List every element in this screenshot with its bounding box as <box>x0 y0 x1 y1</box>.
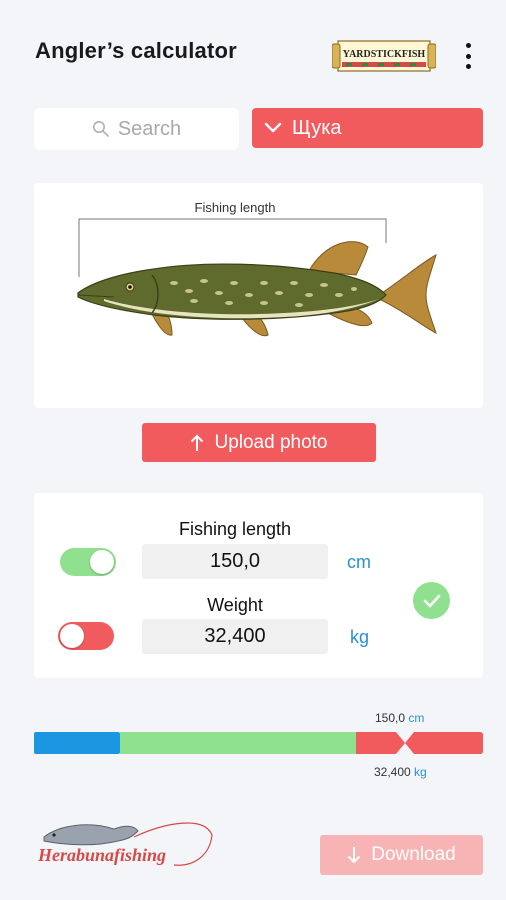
length-field-label: Fishing length <box>178 519 292 539</box>
scale-length-value: 150,0 <box>375 711 406 725</box>
upload-photo-button[interactable]: Upload photo <box>142 423 376 462</box>
fish-image <box>77 218 437 337</box>
scale-weight-value: 32,400 <box>374 765 411 779</box>
scale-weight-label: 32,400 kg <box>374 765 427 779</box>
download-button[interactable]: Download <box>320 835 483 875</box>
length-toggle[interactable] <box>60 548 116 576</box>
page-title: Angler’s calculator <box>35 38 237 63</box>
upload-photo-label: Upload photo <box>214 431 328 453</box>
search-icon <box>92 121 109 137</box>
download-label: Download <box>371 844 456 865</box>
scale-length-label: 150,0 cm <box>375 711 424 725</box>
more-menu-icon[interactable] <box>458 40 478 72</box>
yardstickfish-logo: YARDSTICKFISH <box>332 40 436 72</box>
search-input[interactable]: Search <box>34 108 239 150</box>
arrow-up-icon <box>191 434 204 451</box>
scale-segment-red <box>356 732 483 754</box>
size-scale-bar <box>34 732 483 754</box>
species-selected: Щука <box>292 116 342 139</box>
herabunafishing-logo: Herabunafishing <box>37 822 213 866</box>
length-unit: cm <box>347 552 371 572</box>
chevron-down-icon <box>264 122 282 133</box>
check-icon <box>423 594 440 607</box>
scale-length-unit: cm <box>408 711 425 725</box>
weight-field-label: Weight <box>207 595 263 615</box>
scale-weight-unit: kg <box>414 765 427 779</box>
weight-toggle[interactable] <box>58 622 114 650</box>
arrow-down-icon <box>348 847 361 864</box>
search-placeholder: Search <box>117 117 182 140</box>
weight-unit: kg <box>350 627 370 647</box>
svg-text:Herabunafishing: Herabunafishing <box>37 845 166 865</box>
species-dropdown[interactable]: Щука <box>252 108 483 148</box>
scale-segment-blue <box>34 732 120 754</box>
svg-text:YARDSTICKFISH: YARDSTICKFISH <box>343 49 426 60</box>
length-input[interactable]: 150,0 <box>142 544 328 579</box>
confirm-button[interactable] <box>413 582 450 619</box>
weight-input[interactable]: 32,400 <box>142 619 328 654</box>
scale-segment-green <box>120 732 356 754</box>
